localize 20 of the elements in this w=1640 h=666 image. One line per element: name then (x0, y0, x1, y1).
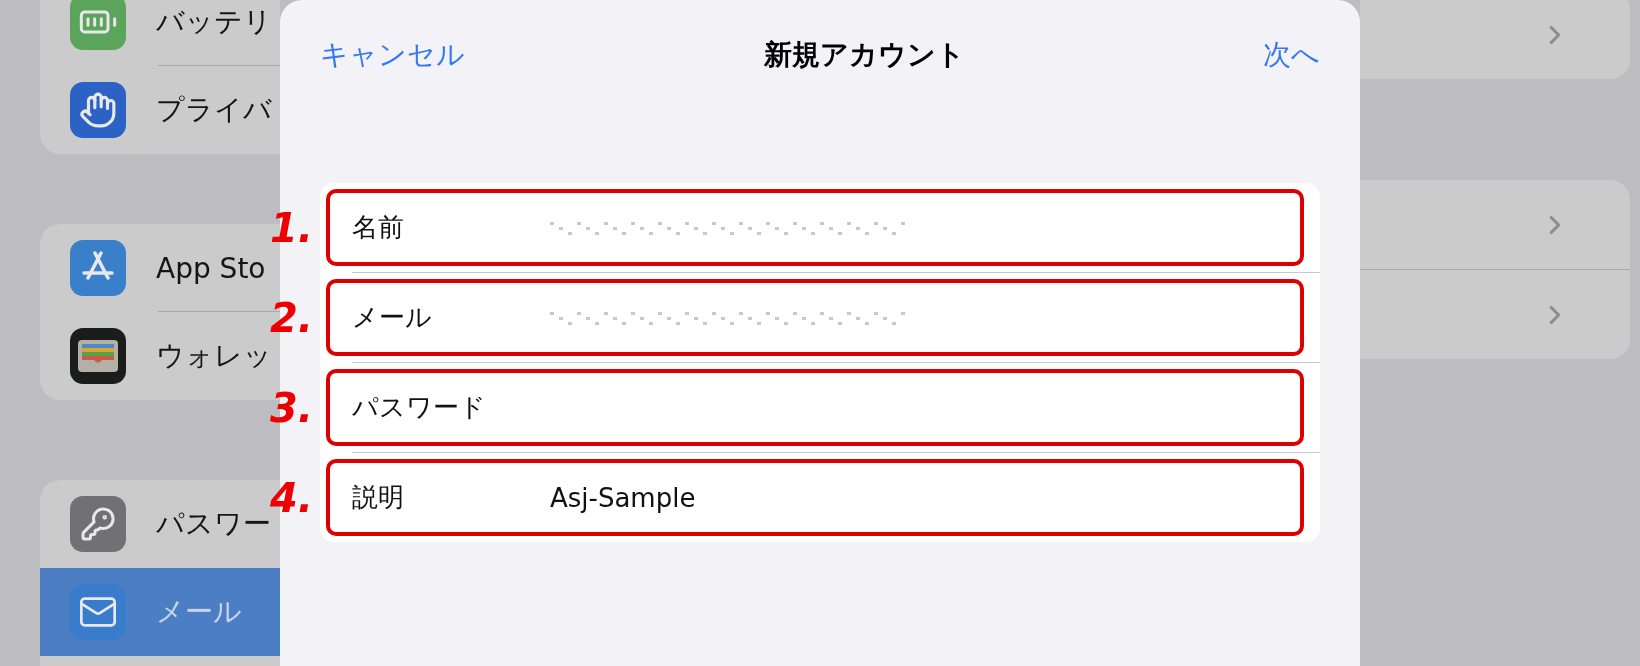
wallet-icon (70, 328, 126, 384)
field-value: Asj-Sample (550, 482, 696, 513)
cancel-button[interactable]: キャンセル (320, 36, 465, 74)
field-label: 説明 (352, 481, 405, 514)
step-number: 3. (270, 384, 314, 431)
field-label: パスワード (352, 391, 487, 424)
field-label: 名前 (352, 211, 405, 244)
sheet-title: 新規アカウント (763, 37, 965, 73)
step-number: 1. (270, 204, 314, 251)
app-store-icon (70, 240, 126, 296)
step-number: 2. (270, 294, 314, 341)
mail-icon (70, 584, 126, 640)
hand-icon (70, 82, 126, 138)
key-icon (70, 496, 126, 552)
sidebar-item[interactable]: バッテリ (40, 0, 280, 66)
step-number: 4. (270, 474, 314, 521)
next-button[interactable]: 次へ (1263, 36, 1320, 74)
sidebar-item[interactable]: プライバ (40, 66, 280, 154)
field-label: メール (352, 301, 433, 334)
battery-icon (70, 0, 126, 50)
